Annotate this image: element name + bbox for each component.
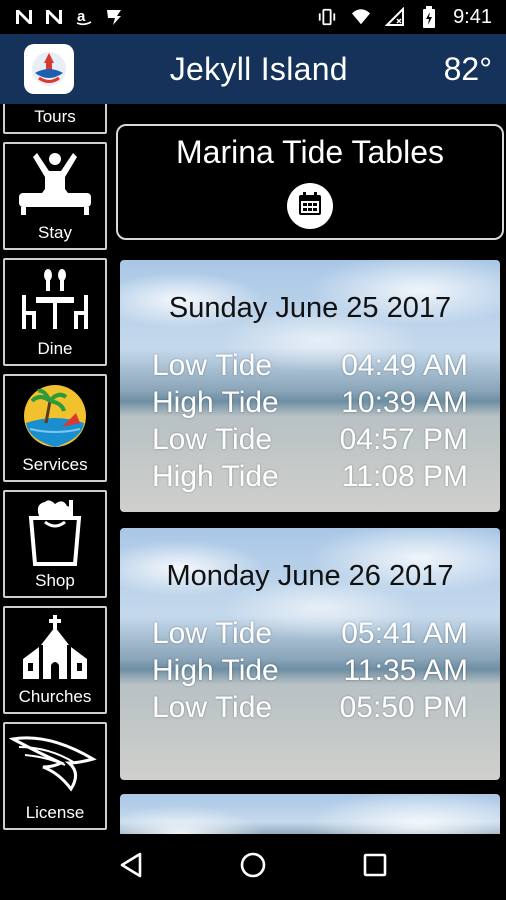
sidebar-item-label: Shop — [35, 571, 75, 590]
tide-type: High Tide — [152, 386, 279, 419]
recents-button[interactable] — [355, 847, 395, 887]
calendar-button[interactable] — [287, 183, 333, 229]
shopping-bag-icon — [5, 492, 105, 571]
svg-text:a: a — [77, 8, 86, 25]
tide-time: 10:39 AM — [341, 386, 468, 419]
jekyll-island-logo[interactable] — [24, 44, 74, 94]
app-bar: Jekyll Island 82° — [0, 34, 506, 104]
sidebar-item-label: Stay — [37, 223, 73, 242]
tide-date: Sunday June 25 2017 — [168, 292, 452, 324]
sidebar-item-label: Dine — [37, 339, 73, 358]
tide-row: Low Tide 05:41 AM — [152, 615, 468, 652]
back-icon — [118, 851, 144, 884]
checkmark-app-icon — [104, 7, 124, 27]
tide-row: Low Tide 04:57 PM — [152, 421, 468, 458]
home-icon — [239, 851, 267, 884]
sidebar-nav[interactable]: Tours Stay Dine Services Shop Churches L… — [3, 104, 107, 834]
sidebar-item-churches[interactable]: Churches — [3, 606, 107, 714]
tide-type: High Tide — [152, 654, 279, 687]
content-area[interactable]: Tours Stay Dine Services Shop Churches L… — [0, 104, 506, 834]
tide-row: High Tide 11:35 AM — [152, 652, 468, 689]
tide-time: 04:57 PM — [339, 423, 468, 456]
tide-row: High Tide 11:08 PM — [152, 458, 468, 495]
tide-date: Monday June 26 2017 — [166, 560, 454, 592]
tide-time: 11:08 PM — [341, 460, 468, 493]
sidebar-item-services[interactable]: Services — [3, 374, 107, 482]
sidebar-item-license[interactable]: License — [3, 722, 107, 830]
tide-time: 05:41 AM — [341, 617, 468, 650]
calendar-icon — [297, 191, 323, 222]
tide-time: 04:49 AM — [341, 349, 468, 382]
tide-day-card[interactable]: Sunday June 25 2017 Low Tide 04:49 AM Hi… — [120, 260, 500, 512]
sidebar-item-shop[interactable]: Shop — [3, 490, 107, 598]
app-title: Jekyll Island — [169, 50, 348, 87]
tide-type: Low Tide — [152, 423, 273, 456]
palm-beach-icon — [5, 376, 105, 455]
tide-type: High Tide — [152, 460, 279, 493]
tide-day-card[interactable] — [120, 794, 500, 834]
tide-row: Low Tide 04:49 AM — [152, 347, 468, 384]
recents-icon — [363, 853, 387, 882]
battery-charging-icon — [419, 6, 439, 28]
status-left-icons: a — [14, 7, 124, 27]
tide-type: Low Tide — [152, 617, 273, 650]
tide-row: Low Tide 05:50 PM — [152, 689, 468, 726]
sidebar-item-label: Churches — [18, 687, 92, 706]
tide-tables-header: Marina Tide Tables — [116, 124, 504, 240]
sidebar-item-label: Services — [22, 455, 88, 474]
amazon-icon: a — [74, 7, 94, 27]
no-sim-icon — [385, 7, 405, 27]
home-button[interactable] — [233, 847, 273, 887]
sidebar-item-stay[interactable]: Stay — [3, 142, 107, 250]
church-icon — [5, 608, 105, 687]
sidebar-item-dine[interactable]: Dine — [3, 258, 107, 366]
sidebar-item-tours[interactable]: Tours — [3, 104, 107, 134]
status-bar: a 9:41 — [0, 0, 506, 34]
vibrate-icon — [317, 7, 337, 27]
wifi-icon — [351, 7, 371, 27]
back-button[interactable] — [111, 847, 151, 887]
notification-n-icon — [14, 7, 34, 27]
bed-person-icon — [5, 144, 105, 223]
temperature-readout[interactable]: 82° — [444, 51, 492, 88]
system-nav-bar — [0, 834, 506, 900]
tide-type: Low Tide — [152, 349, 273, 382]
sidebar-item-label: License — [25, 803, 85, 822]
tide-time: 05:50 PM — [339, 691, 468, 724]
dining-table-icon — [5, 260, 105, 339]
page-title: Marina Tide Tables — [176, 134, 444, 170]
status-time: 9:41 — [453, 5, 492, 28]
tide-list: Low Tide 05:41 AM High Tide 11:35 AM Low… — [120, 615, 500, 726]
sidebar-item-label: Tours — [34, 107, 76, 126]
tide-row: High Tide 10:39 AM — [152, 384, 468, 421]
tide-day-card[interactable]: Monday June 26 2017 Low Tide 05:41 AM Hi… — [120, 528, 500, 780]
wings-license-icon — [5, 724, 105, 803]
tide-list: Low Tide 04:49 AM High Tide 10:39 AM Low… — [120, 347, 500, 495]
tide-time: 11:35 AM — [343, 654, 468, 687]
tide-type: Low Tide — [152, 691, 273, 724]
status-right-icons: 9:41 — [317, 6, 492, 29]
notification-n-icon — [44, 7, 64, 27]
